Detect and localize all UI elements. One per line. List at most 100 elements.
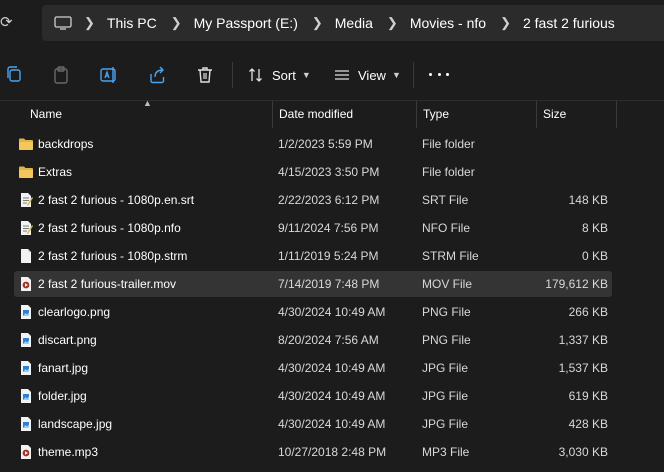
file-name: 2 fast 2 furious - 1080p.en.srt: [38, 193, 195, 207]
sort-button[interactable]: Sort ▼: [248, 64, 311, 86]
file-type: File folder: [422, 137, 475, 151]
video-file-icon: [18, 276, 34, 292]
file-size: 266 KB: [568, 305, 608, 319]
chevron-right-icon[interactable]: ❯: [84, 15, 95, 31]
file-row[interactable]: Extras 4/15/2023 3:50 PM File folder: [14, 159, 612, 185]
file-type: STRM File: [422, 249, 479, 263]
rename-icon[interactable]: [99, 65, 119, 85]
this-pc-icon[interactable]: [54, 16, 72, 30]
command-bar: Sort ▼ View ▼: [0, 50, 664, 100]
file-date-modified: 8/20/2024 7:56 AM: [278, 333, 379, 347]
image-file-icon: [18, 304, 34, 320]
file-name: fanart.jpg: [38, 361, 89, 375]
file-date-modified: 7/14/2019 7:48 PM: [278, 277, 380, 291]
refresh-icon[interactable]: ⟳: [0, 14, 13, 32]
sort-icon: [249, 68, 262, 82]
breadcrumb-item-this-pc[interactable]: This PC: [107, 15, 157, 31]
file-name: 2 fast 2 furious - 1080p.strm: [38, 249, 188, 263]
file-name: backdrops: [38, 137, 94, 151]
breadcrumb-item-movies-nfo[interactable]: Movies - nfo: [410, 15, 486, 31]
file-name: 2 fast 2 furious-trailer.mov: [38, 277, 177, 291]
paste-icon[interactable]: [51, 65, 71, 85]
image-file-icon: [18, 332, 34, 348]
file-row[interactable]: 2 fast 2 furious - 1080p.strm 1/11/2019 5…: [14, 243, 612, 269]
file-size: 148 KB: [568, 193, 608, 207]
file-type: MOV File: [422, 277, 473, 291]
file-row[interactable]: theme.mp3 10/27/2018 2:48 PM MP3 File 3,030…: [14, 439, 612, 465]
chevron-right-icon[interactable]: ❯: [500, 15, 511, 31]
file-date-modified: 4/30/2024 10:49 AM: [278, 361, 386, 375]
file-row[interactable]: fanart.jpg 4/30/2024 10:49 AM JPG File 1,53…: [14, 355, 612, 381]
delete-icon[interactable]: [195, 65, 215, 85]
folder-icon: [18, 164, 34, 180]
file-name: clearlogo.png: [38, 305, 111, 319]
file-date-modified: 1/2/2023 5:59 PM: [278, 137, 373, 151]
file-type: File folder: [422, 165, 475, 179]
file-size: 0 KB: [581, 249, 608, 263]
file-row[interactable]: discart.png 8/20/2024 7:56 AM PNG File 1,33…: [14, 327, 612, 353]
column-header-size[interactable]: Size: [536, 101, 616, 128]
column-header-type[interactable]: Type: [416, 101, 536, 128]
toolbar-divider: [232, 62, 233, 88]
column-header-row: ▲ Name Date modified Type Size: [0, 98, 664, 128]
audio-file-icon: [18, 444, 34, 460]
column-header-name[interactable]: Name: [24, 101, 272, 128]
file-row[interactable]: clearlogo.png 4/30/2024 10:49 AM PNG File 2…: [14, 299, 612, 325]
file-type: PNG File: [422, 305, 471, 319]
chevron-right-icon[interactable]: ❯: [312, 15, 323, 31]
file-row[interactable]: 2 fast 2 furious-trailer.mov 7/14/2019 7:…: [14, 271, 612, 297]
image-file-icon: [18, 388, 34, 404]
file-size: [542, 131, 608, 157]
file-date-modified: 4/15/2023 3:50 PM: [278, 165, 380, 179]
file-type: JPG File: [422, 361, 469, 375]
file-name: landscape.jpg: [38, 417, 113, 431]
file-date-modified: 9/11/2024 7:56 PM: [278, 221, 379, 235]
file-name: 2 fast 2 furious - 1080p.nfo: [38, 221, 181, 235]
text-file-icon: [18, 220, 34, 236]
file-name: folder.jpg: [38, 389, 87, 403]
toolbar-divider: [413, 62, 414, 88]
file-size: 1,537 KB: [558, 361, 608, 375]
file-row[interactable]: folder.jpg 4/30/2024 10:49 AM JPG File 619 …: [14, 383, 612, 409]
breadcrumb-item-current-folder[interactable]: 2 fast 2 furious: [523, 15, 615, 31]
file-size: 3,030 KB: [558, 445, 608, 459]
file-size: 179,612 KB: [545, 277, 608, 291]
chevron-right-icon[interactable]: ❯: [171, 15, 182, 31]
file-date-modified: 4/30/2024 10:49 AM: [278, 389, 386, 403]
column-header-date-modified[interactable]: Date modified: [272, 101, 416, 128]
file-size: 1,337 KB: [558, 333, 608, 347]
file-row[interactable]: landscape.jpg 4/30/2024 10:49 AM JPG File 4…: [14, 411, 612, 437]
breadcrumb-item-media[interactable]: Media: [335, 15, 373, 31]
blank-file-icon: [18, 248, 34, 264]
more-options-icon[interactable]: [429, 73, 449, 76]
share-icon[interactable]: [147, 65, 167, 85]
image-file-icon: [18, 416, 34, 432]
file-name: discart.png: [38, 333, 97, 347]
file-size: 428 KB: [568, 417, 608, 431]
file-date-modified: 10/27/2018 2:48 PM: [278, 445, 387, 459]
copy-icon[interactable]: [4, 65, 24, 85]
chevron-right-icon[interactable]: ❯: [387, 15, 398, 31]
column-header-spacer: [616, 101, 664, 128]
breadcrumb-item-my-passport[interactable]: My Passport (E:): [194, 15, 298, 31]
file-row[interactable]: 2 fast 2 furious - 1080p.en.srt 2/22/2023…: [14, 187, 612, 213]
file-type: PNG File: [422, 333, 471, 347]
file-name: Extras: [38, 165, 73, 179]
file-row[interactable]: 2 fast 2 furious - 1080p.nfo 9/11/2024 7:…: [14, 215, 612, 241]
address-bar-area: ⟳ ❯ This PC ❯ My Passport (E:) ❯ Media ❯…: [0, 0, 664, 46]
view-button[interactable]: View ▼: [334, 64, 401, 86]
file-type: NFO File: [422, 221, 470, 235]
sort-label: Sort: [272, 67, 296, 83]
chevron-down-icon: ▼: [391, 70, 401, 80]
file-type: JPG File: [422, 417, 469, 431]
file-type: MP3 File: [422, 445, 470, 459]
file-type: SRT File: [422, 193, 469, 207]
file-date-modified: 2/22/2023 6:12 PM: [278, 193, 380, 207]
chevron-down-icon: ▼: [301, 70, 311, 80]
file-row[interactable]: backdrops 1/2/2023 5:59 PM File folder: [14, 131, 612, 157]
file-size: 619 KB: [568, 389, 608, 403]
view-icon: [335, 70, 349, 80]
file-size: [542, 159, 608, 185]
breadcrumb[interactable]: ❯ This PC ❯ My Passport (E:) ❯ Media ❯ M…: [42, 5, 664, 41]
file-date-modified: 4/30/2024 10:49 AM: [278, 417, 386, 431]
